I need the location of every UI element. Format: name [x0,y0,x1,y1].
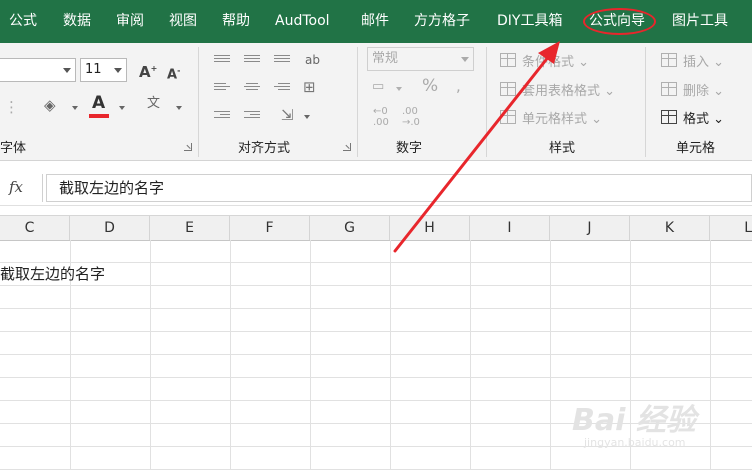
arrow-head [538,41,560,64]
arrow-shaft [393,49,555,253]
baidu-watermark-logo: Bai 经验 [572,403,696,438]
baidu-watermark-url: jingyan.baidu.com [584,436,686,449]
